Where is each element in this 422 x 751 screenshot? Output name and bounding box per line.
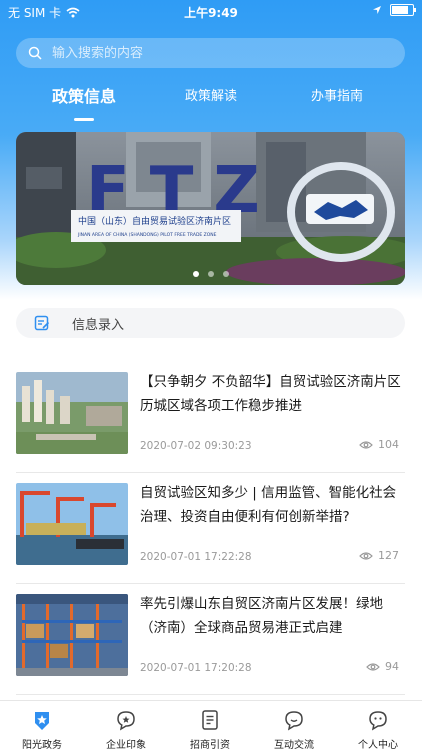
news-view-count: 104 (378, 438, 399, 451)
tab-policy-info[interactable]: 政策信息 (14, 83, 154, 107)
news-item[interactable]: 自贸试验区知多少 | 信用监管、智能化社会治理、投资自由便利有何创新举措? 20… (16, 473, 405, 584)
news-title: 自贸试验区知多少 | 信用监管、智能化社会治理、投资自由便利有何创新举措? (140, 485, 397, 525)
news-date: 2020-07-02 09:30:23 (140, 440, 252, 452)
tabbar-label: 招商引资 (190, 740, 230, 751)
search-bar[interactable] (16, 38, 405, 68)
tabbar-label: 个人中心 (358, 740, 398, 751)
status-time: 上午9:49 (184, 6, 238, 20)
info-entry-label: 信息录入 (72, 317, 125, 333)
form-edit-icon (34, 315, 50, 331)
status-bar: 无 SIM 卡 上午9:49 (0, 0, 422, 22)
carousel-dot[interactable] (207, 271, 214, 277)
battery-icon (390, 4, 416, 16)
news-views: 127 (359, 549, 399, 562)
tabbar-item-interaction[interactable]: 互动交流 (252, 701, 336, 751)
search-icon (28, 46, 42, 60)
category-tabs: 政策信息 政策解读 办事指南 (0, 85, 422, 125)
active-tab-indicator (74, 118, 94, 121)
news-views: 104 (359, 438, 399, 451)
news-title: 【只争朝夕 不负韶华】自贸试验区济南片区历城区域各项工作稳步推进 (140, 374, 401, 414)
tabbar-item-sunshine-gov[interactable]: 阳光政务 (0, 701, 84, 751)
news-item[interactable]: 【只争朝夕 不负韶华】自贸试验区济南片区历城区域各项工作稳步推进 2020-07… (16, 362, 405, 473)
eye-icon (359, 551, 373, 560)
news-view-count: 94 (385, 660, 399, 673)
tab-service-guide[interactable]: 办事指南 (267, 85, 407, 104)
news-thumbnail (16, 594, 128, 676)
bottom-tab-bar: 阳光政务 企业印象 招商引资 互动交流 个人中心 (0, 700, 422, 751)
banner-sign-subtitle: JINAN AREA OF CHINA (SHANDONG) PILOT FRE… (77, 232, 217, 238)
eye-icon (366, 662, 380, 671)
banner-image: FTZ 中国（山东）自由贸易试验区济南片区 JINAN AREA OF CHIN… (16, 132, 405, 285)
news-view-count: 127 (378, 549, 399, 562)
news-title: 率先引爆山东自贸区济南片区发展！绿地（济南）全球商品贸易港正式启建 (140, 596, 383, 636)
chat-bubble-icon (285, 711, 303, 731)
tabbar-item-enterprise[interactable]: 企业印象 (84, 701, 168, 751)
favorite-bubble-icon (117, 711, 135, 731)
tabbar-label: 企业印象 (106, 740, 146, 751)
search-input[interactable] (50, 44, 374, 62)
star-shield-icon (35, 712, 49, 730)
tabbar-label: 阳光政务 (22, 740, 62, 751)
news-date: 2020-07-01 17:20:28 (140, 662, 252, 674)
news-views: 94 (366, 660, 399, 673)
carousel-dot[interactable] (222, 271, 229, 277)
info-entry-button[interactable]: 信息录入 (16, 308, 405, 338)
banner-sign-title: 中国（山东）自由贸易试验区济南片区 (78, 215, 231, 227)
tab-policy-interpretation[interactable]: 政策解读 (141, 85, 281, 104)
tabbar-item-investment[interactable]: 招商引资 (168, 701, 252, 751)
news-date: 2020-07-01 17:22:28 (140, 551, 252, 563)
carousel-dot[interactable] (192, 271, 199, 277)
user-bubble-icon (369, 711, 387, 731)
carousel-dots (16, 271, 405, 277)
eye-icon (359, 440, 373, 449)
location-arrow-icon (373, 6, 381, 14)
document-icon (202, 710, 218, 730)
news-item[interactable]: 率先引爆山东自贸区济南片区发展！绿地（济南）全球商品贸易港正式启建 2020-0… (16, 584, 405, 695)
tabbar-item-profile[interactable]: 个人中心 (336, 701, 420, 751)
news-thumbnail (16, 372, 128, 454)
news-thumbnail (16, 483, 128, 565)
tabbar-label: 互动交流 (274, 740, 314, 751)
banner-carousel[interactable]: FTZ 中国（山东）自由贸易试验区济南片区 JINAN AREA OF CHIN… (16, 132, 405, 285)
